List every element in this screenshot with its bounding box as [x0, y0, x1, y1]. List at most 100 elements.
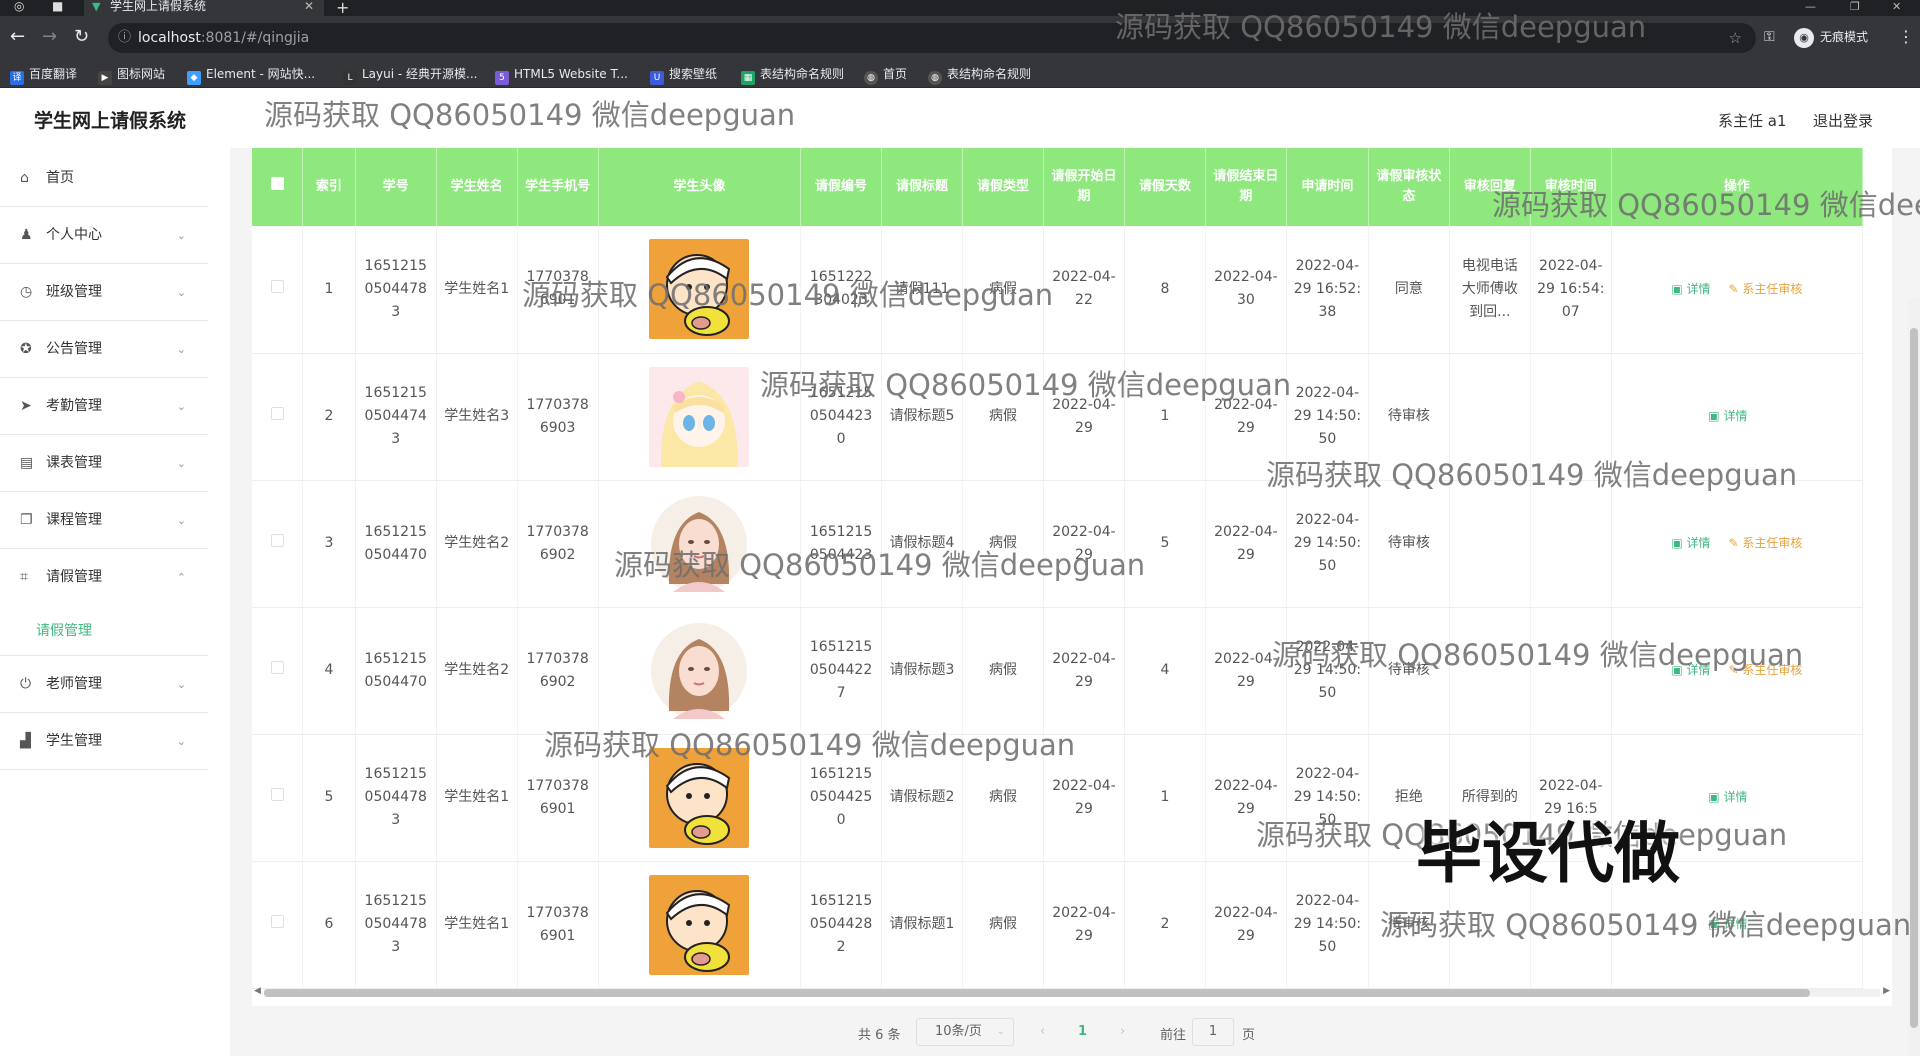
- sidebar-item-attendance[interactable]: ➤ 考勤管理 ⌄: [0, 378, 208, 435]
- incognito-indicator[interactable]: ◉ 无痕模式: [1794, 24, 1868, 50]
- prev-page-icon[interactable]: ‹: [1040, 1024, 1045, 1039]
- cell-leave-title: 请假标题5: [881, 353, 964, 481]
- current-page[interactable]: 1: [1078, 1024, 1087, 1039]
- column-header[interactable]: 学生手机号: [517, 148, 599, 226]
- new-tab-icon[interactable]: +: [336, 0, 349, 17]
- incognito-label: 无痕模式: [1820, 30, 1869, 44]
- window-close-icon[interactable]: ✕: [1892, 0, 1901, 13]
- sidebar-item-timetable[interactable]: ▤ 课表管理 ⌄: [0, 435, 208, 492]
- select-all-header[interactable]: [252, 148, 304, 226]
- url-input[interactable]: ⓘ localhost:8081/#/qingjia ☆: [108, 23, 1756, 53]
- reload-icon[interactable]: ↻: [74, 28, 89, 46]
- row-checkbox[interactable]: [270, 915, 284, 928]
- column-header[interactable]: 审核回复: [1449, 148, 1531, 226]
- avatar[interactable]: [649, 874, 750, 975]
- sidebar-item-leave[interactable]: ⌗ 请假管理 ⌃: [0, 549, 208, 606]
- bookmark-item[interactable]: ◍ 表结构命名规则: [928, 66, 1031, 85]
- bookmark-star-icon[interactable]: ☆: [1729, 23, 1742, 53]
- sidebar-item-label: 学生管理: [46, 733, 102, 749]
- next-page-icon[interactable]: ›: [1120, 1024, 1125, 1039]
- back-icon[interactable]: ←: [10, 28, 25, 46]
- scroll-right-icon[interactable]: ▶: [1883, 986, 1890, 996]
- sidebar-subitem-leave[interactable]: 请假管理: [0, 606, 208, 656]
- page-size-value: 10条/页: [935, 1024, 982, 1039]
- review-button[interactable]: ✎ 系主任审核: [1729, 663, 1803, 677]
- column-header[interactable]: 请假审核状态: [1368, 148, 1450, 226]
- cell-actions: ▣ 详情: [1611, 353, 1864, 481]
- sidebar-item-class[interactable]: ◷ 班级管理 ⌄: [0, 264, 208, 321]
- row-checkbox[interactable]: [270, 788, 284, 801]
- maximize-icon[interactable]: ❐: [1850, 0, 1860, 13]
- bookmark-item[interactable]: ▶ 图标网站: [98, 66, 165, 85]
- table-row: 4 16512150504470 学生姓名2 17703786902 16512…: [252, 607, 1864, 735]
- cell-start-date: 2022-04-29: [1043, 861, 1125, 989]
- page-size-select[interactable]: 10条/页 ⌄: [916, 1018, 1014, 1046]
- review-button[interactable]: ✎ 系主任审核: [1729, 536, 1803, 550]
- sidebar-item-teacher[interactable]: ⏻ 老师管理 ⌄: [0, 656, 208, 713]
- cell-index: 4: [302, 607, 356, 735]
- column-header[interactable]: 请假结束日期: [1205, 148, 1287, 226]
- bookmark-item[interactable]: U 搜索壁纸: [650, 66, 717, 85]
- scroll-left-icon[interactable]: ◀: [254, 986, 261, 996]
- vertical-scroll-thumb[interactable]: [1910, 328, 1918, 1028]
- row-checkbox[interactable]: [270, 661, 284, 674]
- avatar[interactable]: [649, 239, 750, 340]
- detail-button[interactable]: ▣ 详情: [1708, 409, 1747, 423]
- sidebar-item-course[interactable]: ❐ 课程管理 ⌄: [0, 492, 208, 549]
- row-checkbox[interactable]: [270, 534, 284, 547]
- bookmarks-bar: 译百度翻译 ▶ 图标网站 ◆ Element - 网站快... L Layui - 经…: [0, 60, 1920, 88]
- avatar[interactable]: [649, 747, 750, 848]
- column-header[interactable]: 学生姓名: [436, 148, 518, 226]
- row-checkbox[interactable]: [270, 279, 284, 293]
- window-icon[interactable]: ■: [52, 0, 66, 12]
- sidebar-item-home[interactable]: ⌂ 首页: [0, 150, 208, 207]
- horizontal-scrollbar[interactable]: ◀ ▶: [252, 986, 1892, 998]
- detail-button[interactable]: ▣ 详情: [1671, 536, 1710, 550]
- row-checkbox[interactable]: [270, 407, 284, 420]
- avatar[interactable]: [649, 620, 750, 721]
- review-button[interactable]: ✎ 系主任审核: [1729, 282, 1803, 296]
- browser-tab[interactable]: ▼ 学生网上请假系统 ✕: [84, 0, 324, 16]
- more-icon[interactable]: ⋮: [1898, 27, 1914, 46]
- bookmark-item[interactable]: 5 HTML5 Website T...: [495, 66, 628, 85]
- column-header[interactable]: 请假类型: [962, 148, 1044, 226]
- bookmark-item[interactable]: 译百度翻译: [10, 66, 77, 85]
- detail-button[interactable]: ▣ 详情: [1671, 663, 1710, 677]
- detail-button[interactable]: ▣ 详情: [1708, 790, 1747, 804]
- column-header[interactable]: 学号: [355, 148, 437, 226]
- chevron-down-icon: ⌄: [176, 229, 186, 242]
- column-header[interactable]: 请假标题: [881, 148, 964, 226]
- detail-button[interactable]: ▣ 详情: [1671, 282, 1710, 296]
- sidebar-item-notice[interactable]: ✪ 公告管理 ⌄: [0, 321, 208, 378]
- bookmark-item[interactable]: ◆ Element - 网站快...: [187, 66, 315, 85]
- url-path: :8081/#/qingjia: [200, 30, 310, 46]
- tab-close-icon[interactable]: ✕: [304, 0, 314, 12]
- column-header[interactable]: 审核时间: [1530, 148, 1612, 226]
- column-header[interactable]: 学生头像: [598, 148, 802, 226]
- cell-leave-number: 16512150504422 7: [800, 607, 883, 735]
- bookmark-item[interactable]: L Layui - 经典开源模...: [343, 66, 477, 85]
- column-header[interactable]: 请假开始日期: [1043, 148, 1125, 226]
- goto-page-input[interactable]: 1: [1192, 1018, 1234, 1046]
- column-header[interactable]: 申请时间: [1286, 148, 1369, 226]
- logout-button[interactable]: 退出登录: [1813, 110, 1873, 131]
- sidebar-item-profile[interactable]: ♟ 个人中心 ⌄: [0, 207, 208, 264]
- column-header[interactable]: 请假编号: [800, 148, 883, 226]
- key-icon[interactable]: ⚿: [1764, 29, 1775, 45]
- avatar[interactable]: [649, 366, 750, 467]
- column-header[interactable]: 请假天数: [1124, 148, 1206, 226]
- incognito-icon: ◉: [1794, 27, 1814, 48]
- site-info-icon[interactable]: ⓘ: [118, 23, 131, 53]
- detail-button[interactable]: ▣ 详情: [1708, 917, 1747, 931]
- browser-menu-icon[interactable]: ◎: [14, 0, 28, 12]
- forward-icon[interactable]: →: [42, 28, 57, 46]
- minimize-icon[interactable]: —: [1805, 0, 1816, 13]
- column-header[interactable]: 索引: [302, 148, 356, 226]
- bookmark-item[interactable]: ▦ 表结构命名规则: [741, 66, 844, 85]
- vertical-scrollbar[interactable]: [1908, 298, 1920, 1056]
- select-all-checkbox[interactable]: [270, 177, 284, 190]
- bookmark-item[interactable]: ◍ 首页: [864, 66, 907, 85]
- sidebar-item-student[interactable]: ▟ 学生管理 ⌄: [0, 713, 208, 770]
- avatar[interactable]: [649, 493, 750, 594]
- scroll-thumb[interactable]: [264, 989, 1810, 997]
